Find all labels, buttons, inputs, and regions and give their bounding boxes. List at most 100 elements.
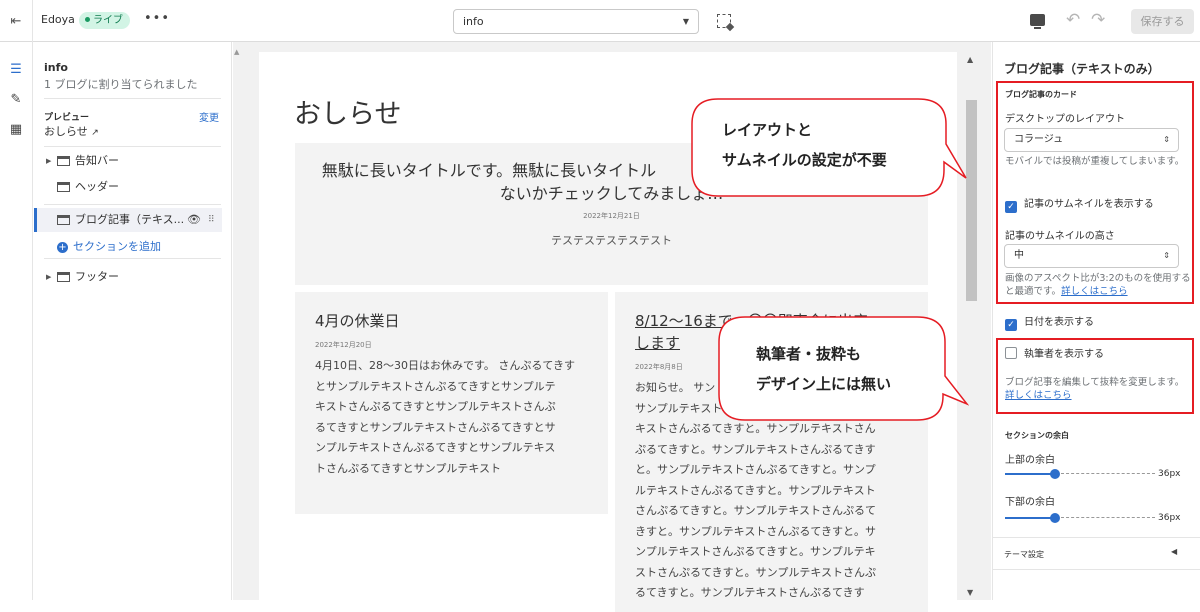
drag-handle-icon[interactable]: ⠿ (208, 208, 215, 232)
show-date-checkbox[interactable]: ✓ 日付を表示する (1005, 316, 1094, 331)
slider-fill (1005, 473, 1055, 475)
scroll-up-icon[interactable]: ▲ (967, 55, 973, 64)
sections-icon[interactable]: ☰ (7, 60, 25, 78)
article-date: 2022年12月20日 (315, 341, 372, 349)
sections-panel: info 1 ブログに割り当てられました プレビュー 変更 おしらせ ↗ ▶ 告… (34, 42, 232, 600)
divider (993, 569, 1200, 570)
excerpt-line: ンプルテキストさんぷるてきすとサンプルテキス (315, 441, 556, 454)
preview-value[interactable]: おしらせ ↗ (44, 123, 99, 139)
featured-article-excerpt: テステステステステスト (551, 234, 672, 247)
chevron-down-icon: ▼ (682, 17, 689, 26)
slider-fill (1005, 517, 1055, 519)
external-link-icon: ↗ (91, 128, 99, 138)
divider (44, 204, 221, 205)
callout-line: サムネイルの設定が不要 (722, 151, 887, 169)
divider (44, 98, 221, 99)
callout-text-2: 執筆者・抜粋も デザイン上には無い (756, 343, 891, 394)
blog-section-icon (57, 215, 70, 225)
caret-left-icon[interactable]: ◀ (1171, 547, 1177, 556)
section-label: ブログ記事（テキス... (75, 213, 185, 226)
left-rail: ☰ ✎ ▦ (0, 42, 33, 600)
excerpt-line: さんぷるてきすと。サンプルテキストさんぷるて (635, 504, 877, 517)
excerpt-line: ンプルテキストさんぷるてきすと。サンプルテキ (635, 545, 876, 558)
plus-circle-icon: + (57, 242, 68, 253)
slider-knob[interactable] (1050, 513, 1060, 523)
excerpt-line: キストさんぷるてきすとサンプルテキストさんぷ (315, 400, 556, 413)
redo-icon[interactable]: ↷ (1091, 10, 1105, 30)
annotation-box (996, 338, 1194, 414)
section-label: 告知バー (75, 154, 119, 167)
settings-title: ブログ記事（テキストのみ） (1004, 62, 1160, 76)
excerpt-line: キストさんぷるてきすと。サンプルテキストさん (635, 422, 876, 435)
add-section-button[interactable]: + セクションを追加 (57, 238, 161, 254)
excerpt-line: と。サンプルテキストさんぷるてきすと。サンプ (635, 463, 876, 476)
preview-page: おしらせ (44, 125, 88, 138)
excerpt-line: るてきすと。サンプルテキストさんぷるてきす (635, 586, 865, 599)
callout-line: 執筆者・抜粋も (756, 345, 862, 363)
section-icon (57, 182, 70, 192)
article-title[interactable]: 4月の休業日 (315, 310, 400, 332)
exit-icon[interactable]: ⇤ (0, 0, 33, 42)
slider-knob[interactable] (1050, 469, 1060, 479)
apps-icon[interactable]: ▦ (7, 120, 25, 138)
bottom-margin-label: 下部の余白 (1005, 497, 1055, 508)
checkmark-icon[interactable]: ✓ (1005, 319, 1017, 331)
top-bar: ⇤ Edoya ライブ ••• info ▼ ↶ ↷ 保存する (0, 0, 1200, 42)
theme-settings-link[interactable]: テーマ設定 (1004, 549, 1044, 560)
caret-right-icon[interactable]: ▶ (46, 150, 51, 172)
article-date: 2022年8月8日 (635, 363, 683, 371)
excerpt-line: ぷるてきすと。サンプルテキストさんぷるてきす (635, 442, 876, 456)
undo-icon[interactable]: ↶ (1066, 10, 1080, 30)
change-preview-link[interactable]: 変更 (199, 109, 219, 124)
section-label: ヘッダー (75, 180, 119, 193)
callout-line: デザイン上には無い (756, 375, 892, 393)
eye-icon[interactable]: 👁 (187, 208, 201, 232)
scroll-down-icon[interactable]: ▼ (967, 588, 973, 597)
left-scroll[interactable]: ▲ (233, 42, 243, 600)
preview-label: プレビュー (44, 113, 90, 123)
section-announcement-bar[interactable]: ▶ 告知バー (44, 150, 222, 172)
slider-track (1061, 473, 1155, 474)
featured-article-date: 2022年12月21日 (583, 212, 640, 220)
article-card[interactable]: 4月の休業日 2022年12月20日 4月10日、28～30日はお休みです。 さ… (295, 292, 608, 514)
excerpt-line: ストさんぷるてきすと。サンプルテキストさんぷ (635, 565, 877, 579)
section-footer[interactable]: ▶ フッター (44, 266, 222, 288)
live-dot-icon (85, 17, 90, 22)
live-badge: ライブ (79, 12, 130, 29)
live-label: ライブ (93, 15, 123, 26)
excerpt-line: るてきすとサンプルテキストさんぷるてきすとサ (315, 420, 556, 434)
top-margin-label: 上部の余白 (1005, 455, 1055, 466)
show-date-label: 日付を表示する (1024, 317, 1094, 328)
inspector-icon[interactable] (717, 14, 731, 28)
margin-group-heading: セクションの余白 (1005, 431, 1069, 440)
section-label: フッター (75, 270, 119, 283)
excerpt-line: ルテキストさんぷるてきすと。サンプルテキスト (635, 483, 876, 497)
section-icon (57, 272, 70, 282)
save-button[interactable]: 保存する (1131, 9, 1194, 34)
article-excerpt: 4月10日、28～30日はお休みです。 さんぷるてきす とサンプルテキストさんぷ… (315, 356, 575, 479)
top-margin-value: 36px (1158, 469, 1181, 479)
scroll-up-icon[interactable]: ▲ (234, 48, 239, 56)
divider (44, 146, 221, 147)
section-icon (57, 156, 70, 166)
theme-settings-icon[interactable]: ✎ (7, 90, 25, 108)
section-blog-post[interactable]: ブログ記事（テキス... 👁 ⠿ (34, 208, 222, 232)
bottom-margin-slider[interactable] (1005, 512, 1155, 524)
bottom-margin-value: 36px (1158, 513, 1181, 523)
more-actions-button[interactable]: ••• (144, 11, 170, 26)
template-title: info (44, 61, 68, 74)
page-select-value: info (463, 15, 484, 28)
slider-track (1061, 517, 1155, 518)
caret-right-icon[interactable]: ▶ (46, 266, 51, 288)
callout-text-1: レイアウトと サムネイルの設定が不要 (722, 119, 887, 170)
excerpt-line: きすと。サンプルテキストさんぷるてきすと。サ (635, 524, 877, 538)
add-section-label: セクションを追加 (73, 240, 161, 253)
page-select[interactable]: info ▼ (453, 9, 699, 34)
desktop-view-icon[interactable] (1030, 14, 1045, 29)
annotation-box (996, 81, 1194, 304)
top-margin-slider[interactable] (1005, 468, 1155, 480)
divider (44, 258, 221, 259)
section-header[interactable]: ヘッダー (44, 176, 222, 198)
divider (993, 537, 1200, 538)
callout-line: レイアウトと (722, 121, 813, 139)
